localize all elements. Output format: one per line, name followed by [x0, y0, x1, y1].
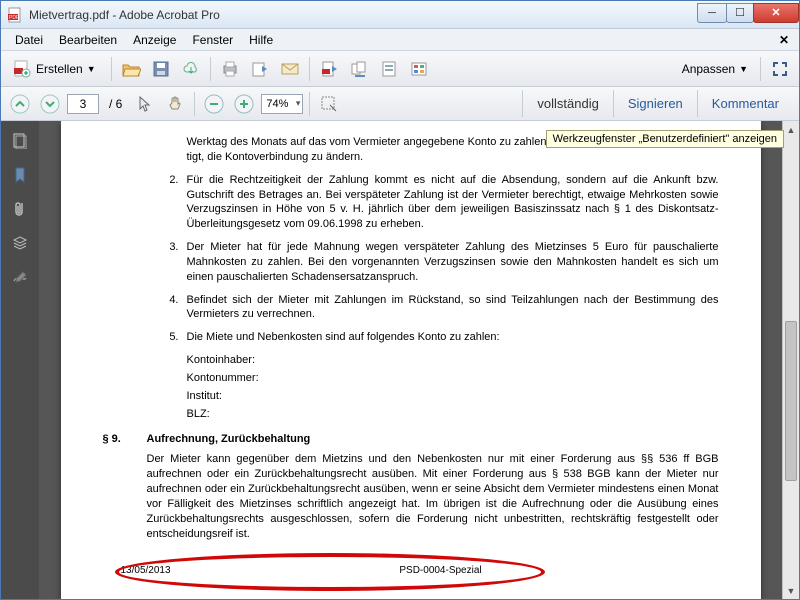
item-4: Befindet sich der Mieter mit Zahlungen i…: [187, 293, 719, 323]
window-title: Mietvertrag.pdf - Adobe Acrobat Pro: [29, 8, 698, 22]
page-up-button[interactable]: [7, 91, 33, 117]
create-icon: [12, 59, 32, 79]
minimize-button[interactable]: ─: [697, 3, 727, 23]
zoom-value: 74%: [266, 98, 288, 110]
create-label: Erstellen: [36, 62, 83, 76]
anpassen-label: Anpassen: [682, 62, 735, 76]
hand-tool[interactable]: [162, 91, 188, 117]
page-input[interactable]: [67, 94, 99, 114]
zoom-select[interactable]: 74%: [261, 94, 303, 114]
chevron-down-icon: ▼: [739, 64, 748, 74]
chevron-down-icon: ▼: [87, 64, 96, 74]
anpassen-button[interactable]: Anpassen ▼: [676, 62, 754, 76]
section-title: Aufrechnung, Zurückbehaltung: [147, 432, 311, 447]
save-button[interactable]: [148, 56, 174, 82]
close-button[interactable]: ✕: [753, 3, 799, 23]
print-button[interactable]: [217, 56, 243, 82]
cut-line1: Werktag des Monats auf das vom Vermieter…: [187, 136, 561, 148]
maximize-button[interactable]: ☐: [726, 3, 754, 23]
attachments-panel-button[interactable]: [8, 197, 32, 221]
sidebar: [1, 121, 39, 599]
zoom-out-button[interactable]: [201, 91, 227, 117]
scroll-up-button[interactable]: ▲: [783, 121, 799, 138]
scroll-down-button[interactable]: ▼: [783, 582, 799, 599]
email-button[interactable]: [277, 56, 303, 82]
select-tool[interactable]: [132, 91, 158, 117]
bank-blz: BLZ:: [187, 407, 719, 422]
pdf-icon: PDF: [7, 7, 23, 23]
bank-account: Kontonummer:: [187, 371, 719, 386]
pdf-page: Werktag des Monats auf das vom Vermieter…: [61, 121, 761, 599]
create-button[interactable]: Erstellen ▼: [7, 56, 105, 82]
document-area[interactable]: Werktag des Monats auf das vom Vermieter…: [39, 121, 782, 599]
share-button[interactable]: [247, 56, 273, 82]
section-9-body: Der Mieter kann gegenüber dem Mietzins u…: [147, 452, 719, 541]
item-2: Für die Rechtzeitigkeit der Zahlung komm…: [187, 173, 719, 232]
zoom-in-button[interactable]: [231, 91, 257, 117]
bookmarks-panel-button[interactable]: [8, 163, 32, 187]
section-num: § 9.: [103, 432, 147, 447]
menubar: Datei Bearbeiten Anzeige Fenster Hilfe ✕: [1, 29, 799, 51]
page-footer: 13/05/2013 PSD-0004-Spezial: [121, 564, 701, 578]
scroll-thumb[interactable]: [785, 321, 797, 481]
menu-fenster[interactable]: Fenster: [184, 31, 241, 49]
layers-panel-button[interactable]: [8, 231, 32, 255]
vertical-scrollbar[interactable]: ▲ ▼: [782, 121, 799, 599]
multimedia-button[interactable]: [406, 56, 432, 82]
signatures-panel-button[interactable]: [8, 265, 32, 289]
menu-anzeige[interactable]: Anzeige: [125, 31, 184, 49]
bank-institute: Institut:: [187, 389, 719, 404]
cut-line2: tigt, die Kontoverbindung zu ändern.: [187, 151, 364, 163]
marquee-zoom-button[interactable]: [316, 91, 342, 117]
form-button[interactable]: [376, 56, 402, 82]
toolbar-nav: / 6 74% vollständig Signieren Kommentar: [1, 87, 799, 121]
export-button[interactable]: [316, 56, 342, 82]
menu-datei[interactable]: Datei: [7, 31, 51, 49]
bank-owner: Kontoinhaber:: [187, 353, 719, 368]
toolbar-main: Erstellen ▼ Anpassen ▼: [1, 51, 799, 87]
page-total: / 6: [103, 97, 128, 111]
item-5: Die Miete und Nebenkosten sind auf folge…: [187, 330, 719, 345]
menu-hilfe[interactable]: Hilfe: [241, 31, 281, 49]
open-button[interactable]: [118, 56, 144, 82]
cloud-button[interactable]: [178, 56, 204, 82]
section-9-heading: § 9. Aufrechnung, Zurückbehaltung: [103, 432, 719, 447]
item-3: Der Mieter hat für jede Mahnung wegen ve…: [187, 240, 719, 285]
doc-close-button[interactable]: ✕: [775, 33, 793, 47]
tooltip: Werkzeugfenster „Benutzerdefiniert" anze…: [546, 130, 784, 148]
combine-button[interactable]: [346, 56, 372, 82]
fullscreen-button[interactable]: [767, 56, 793, 82]
footer-ref: PSD-0004-Spezial: [181, 564, 701, 578]
tab-vollstaendig[interactable]: vollständig: [522, 90, 612, 117]
svg-text:PDF: PDF: [9, 15, 19, 21]
menu-bearbeiten[interactable]: Bearbeiten: [51, 31, 125, 49]
page-down-button[interactable]: [37, 91, 63, 117]
titlebar: PDF Mietvertrag.pdf - Adobe Acrobat Pro …: [1, 1, 799, 29]
tab-kommentar[interactable]: Kommentar: [697, 90, 793, 117]
tab-signieren[interactable]: Signieren: [613, 90, 697, 117]
thumbnails-panel-button[interactable]: [8, 129, 32, 153]
